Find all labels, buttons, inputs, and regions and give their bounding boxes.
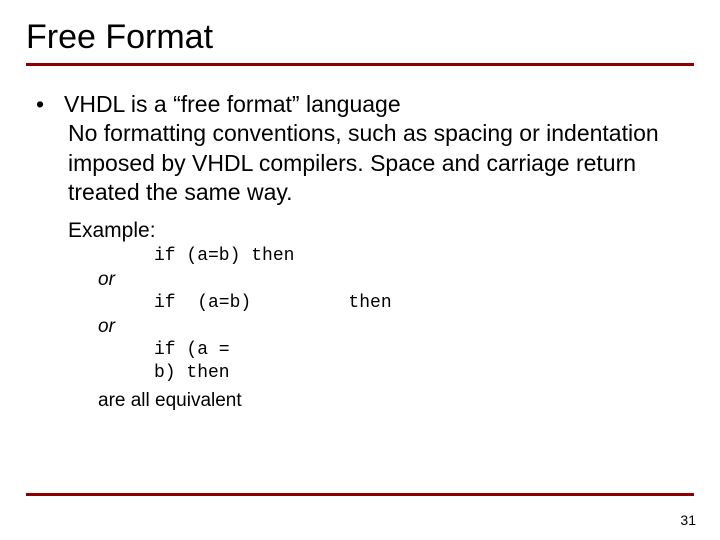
body-content: • VHDL is a “free format” language No fo…	[26, 90, 694, 414]
code-example-2: if (a=b) then	[154, 292, 694, 315]
bullet-text: VHDL is a “free format” language	[64, 90, 401, 119]
code-example-1: if (a=b) then	[154, 245, 694, 268]
code-example-3-line1: if (a =	[154, 339, 694, 362]
example-label: Example:	[68, 218, 694, 245]
page-number: 31	[680, 512, 696, 528]
or-separator-1: or	[98, 268, 694, 292]
bullet-description: No formatting conventions, such as spaci…	[68, 119, 684, 207]
closing-text: are all equivalent	[98, 389, 694, 413]
or-separator-2: or	[98, 315, 694, 339]
code-example-3-line2: b) then	[154, 362, 694, 385]
slide: Free Format • VHDL is a “free format” la…	[0, 0, 720, 540]
footer-rule	[26, 493, 694, 496]
title-underline	[26, 63, 694, 66]
bullet-item: • VHDL is a “free format” language	[36, 90, 694, 119]
slide-title: Free Format	[26, 18, 694, 57]
bullet-marker: •	[36, 90, 64, 119]
